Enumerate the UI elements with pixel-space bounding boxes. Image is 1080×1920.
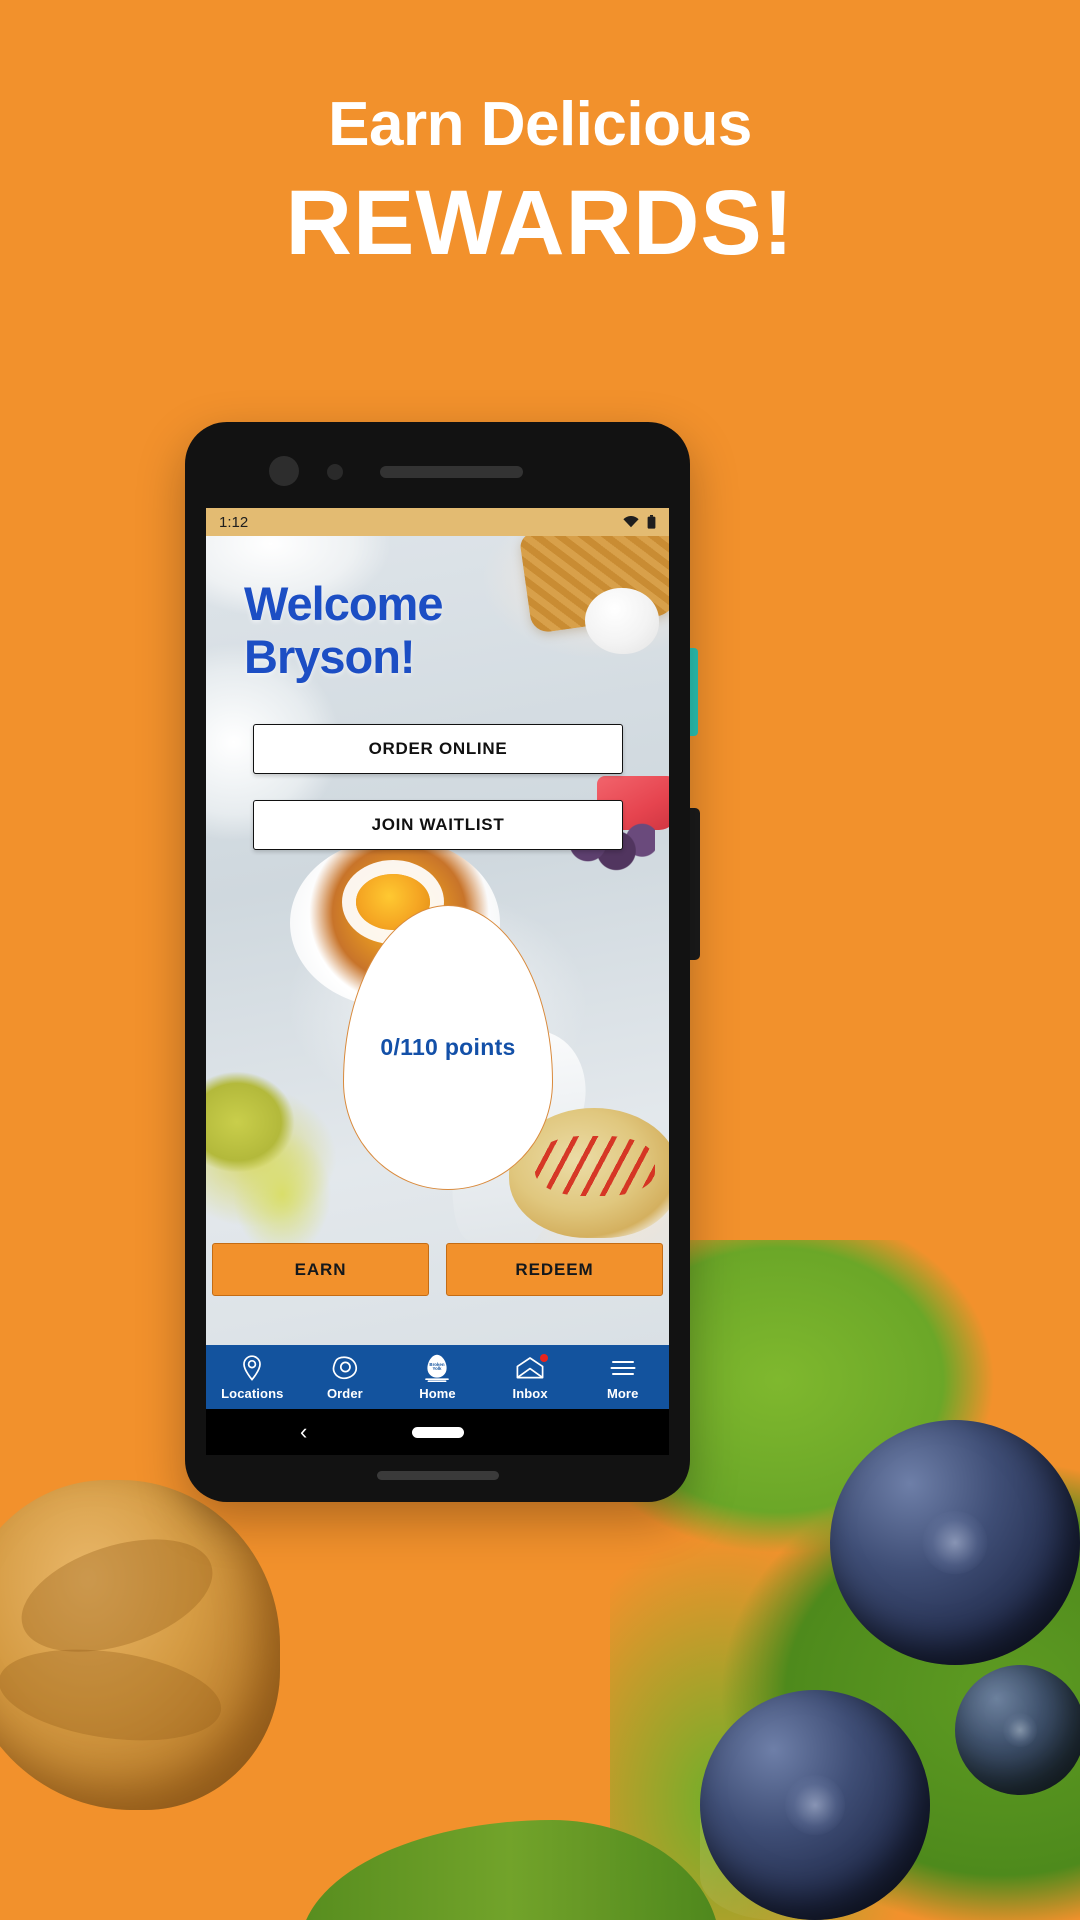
wifi-icon bbox=[623, 516, 639, 528]
nav-label-order: Order bbox=[326, 1385, 363, 1401]
welcome-line-1: Welcome bbox=[244, 577, 443, 630]
nav-label-more: More bbox=[606, 1385, 639, 1401]
nav-item-home[interactable]: Broken Yolk Home bbox=[391, 1345, 484, 1409]
nav-item-inbox[interactable]: Inbox bbox=[484, 1345, 577, 1409]
system-home-pill[interactable] bbox=[411, 1426, 464, 1438]
phone-device-mockup: 1:12 Welcome Bryson! ORDER ONLINE JOIN W… bbox=[185, 422, 690, 1502]
blueberry-decoration bbox=[830, 1420, 1080, 1665]
cta-button-group: ORDER ONLINE JOIN WAITLIST bbox=[253, 724, 623, 876]
map-pin-icon bbox=[238, 1354, 266, 1382]
nav-label-home: Home bbox=[419, 1385, 456, 1401]
inbox-unread-badge bbox=[540, 1354, 549, 1362]
whipped-cream-photo-element bbox=[585, 588, 659, 654]
welcome-line-2: Bryson! bbox=[244, 629, 416, 683]
android-system-navigation: ‹ bbox=[206, 1409, 669, 1455]
redeem-button[interactable]: REDEEM bbox=[446, 1243, 663, 1296]
fried-egg-icon bbox=[331, 1354, 359, 1382]
nav-label-locations: Locations bbox=[221, 1385, 284, 1401]
svg-text:Yolk: Yolk bbox=[433, 1366, 443, 1371]
sriracha-drizzle-photo-element bbox=[535, 1136, 655, 1196]
front-camera-icon bbox=[269, 456, 299, 486]
blueberry-decoration bbox=[955, 1665, 1080, 1795]
promo-headline: Earn Delicious REWARDS! bbox=[0, 92, 1080, 274]
greens-photo-element bbox=[206, 1068, 342, 1248]
sensor-icon bbox=[327, 464, 343, 480]
welcome-greeting: Welcome Bryson! bbox=[244, 577, 443, 683]
phone-bottom-speaker bbox=[376, 1471, 499, 1480]
status-bar-clock: 1:12 bbox=[219, 513, 249, 531]
nav-item-order[interactable]: Order bbox=[299, 1345, 392, 1409]
battery-icon bbox=[647, 515, 656, 529]
nav-label-inbox: Inbox bbox=[512, 1385, 548, 1401]
rewards-points-label: 0/110 points bbox=[380, 1034, 516, 1060]
earpiece-speaker bbox=[380, 466, 523, 478]
headline-line-2: REWARDS! bbox=[285, 172, 795, 275]
syrup-drizzle-photo-element bbox=[441, 522, 573, 644]
join-waitlist-button[interactable]: JOIN WAITLIST bbox=[253, 800, 623, 850]
phone-top-bezel bbox=[185, 422, 690, 506]
order-online-button[interactable]: ORDER ONLINE bbox=[253, 724, 623, 774]
phone-screen: 1:12 Welcome Bryson! ORDER ONLINE JOIN W… bbox=[206, 508, 669, 1409]
nav-item-locations[interactable]: Locations bbox=[206, 1345, 299, 1409]
system-back-button[interactable]: ‹ bbox=[300, 1421, 307, 1443]
headline-line-1: Earn Delicious bbox=[328, 90, 752, 159]
walnut-decoration bbox=[0, 1480, 280, 1810]
egg-logo-icon: Broken Yolk bbox=[423, 1354, 451, 1382]
earn-button[interactable]: EARN bbox=[212, 1243, 429, 1296]
blueberry-decoration bbox=[700, 1690, 930, 1920]
rewards-action-row: EARN REDEEM bbox=[212, 1243, 663, 1296]
status-bar: 1:12 bbox=[206, 508, 669, 536]
app-bottom-navigation: Locations Order Broken Yolk Home Inbox M… bbox=[206, 1345, 669, 1409]
phone-side-button bbox=[690, 808, 700, 960]
hamburger-menu-icon bbox=[609, 1354, 637, 1382]
nav-item-more[interactable]: More bbox=[576, 1345, 669, 1409]
